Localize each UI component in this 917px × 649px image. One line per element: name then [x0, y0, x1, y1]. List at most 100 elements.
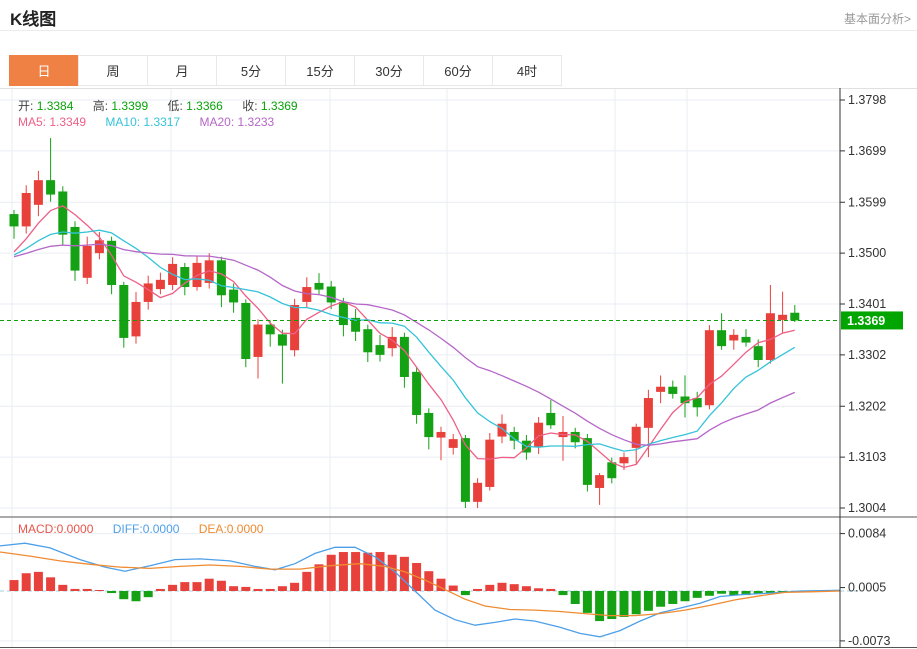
price-axis-label: 1.3202 [848, 399, 886, 413]
price-axis-label: 1.3401 [848, 297, 886, 311]
macd-legend: MACD:0.0000 DIFF:0.0000 DEA:0.0000 [18, 522, 279, 536]
candle [277, 334, 287, 346]
tab-30分[interactable]: 30分 [354, 55, 424, 86]
tab-月[interactable]: 月 [147, 55, 217, 86]
macd-bar [58, 584, 68, 591]
macd-bar [277, 586, 287, 591]
macd-bar [107, 591, 117, 594]
macd-bar [290, 582, 300, 591]
macd-bar [692, 591, 702, 598]
price-axis-label: 1.3699 [848, 144, 886, 158]
price-axis-label: 1.3004 [848, 501, 886, 515]
macd-axis-label: 0.0005 [848, 581, 886, 595]
tab-周[interactable]: 周 [78, 55, 148, 86]
macd-bar [521, 586, 531, 591]
macd-bar [546, 588, 556, 591]
macd-bar [180, 582, 190, 591]
candle [399, 336, 409, 377]
candle [753, 346, 763, 361]
macd-value: MACD:0.0000 [18, 522, 94, 536]
candle [155, 279, 165, 290]
macd-bar [119, 591, 129, 600]
macd-bar [265, 588, 275, 591]
candle [290, 305, 300, 351]
tab-60分[interactable]: 60分 [423, 55, 493, 86]
candle [497, 423, 507, 437]
ma10-legend: MA10: 1.3317 [105, 115, 181, 129]
macd-bar [143, 591, 153, 598]
macd-bar [497, 582, 507, 591]
macd-bar [253, 588, 263, 591]
ma5-legend: MA5: 1.3349 [18, 115, 87, 129]
macd-bar [668, 591, 678, 604]
macd-bar [229, 586, 239, 591]
price-axis-label: 1.3599 [848, 195, 886, 209]
candle [546, 412, 556, 426]
page-title: K线图 [10, 10, 57, 29]
candle [729, 334, 739, 341]
candle [473, 482, 483, 502]
ohlc-close: 收: 1.3369 [242, 99, 298, 113]
macd-bar [131, 591, 141, 602]
macd-bar [326, 554, 336, 591]
candle [241, 302, 251, 359]
macd-bar [363, 552, 373, 591]
candle [656, 386, 666, 392]
tab-日[interactable]: 日 [9, 55, 79, 86]
ohlc-legend: 开: 1.3384 高: 1.3399 低: 1.3366 收: 1.3369 [18, 97, 314, 114]
candle [375, 345, 385, 355]
candle [119, 284, 129, 338]
candle [326, 286, 336, 303]
ohlc-low: 低: 1.3366 [167, 99, 223, 113]
macd-bar [94, 590, 104, 591]
macd-bar [582, 591, 592, 613]
candle [46, 180, 56, 195]
price-axis-label: 1.3798 [848, 93, 886, 107]
candle [448, 439, 458, 448]
macd-bar [155, 588, 165, 591]
macd-bar [314, 564, 324, 591]
macd-bar [448, 585, 458, 591]
candle [229, 289, 239, 303]
tab-4时[interactable]: 4时 [492, 55, 562, 86]
candle [363, 329, 373, 353]
price-axis-label: 1.3500 [848, 246, 886, 260]
candle [107, 240, 117, 285]
candle [717, 330, 727, 347]
dea-value: DEA:0.0000 [198, 522, 264, 536]
macd-bar [619, 591, 629, 617]
candle [704, 330, 714, 406]
macd-axis-label: 0.0084 [848, 527, 886, 541]
macd-bar [656, 591, 666, 607]
ma-legend: MA5: 1.3349 MA10: 1.3317 MA20: 1.3233 [18, 115, 290, 129]
tab-15分[interactable]: 15分 [285, 55, 355, 86]
macd-bar [460, 591, 470, 596]
candle [436, 431, 446, 438]
macd-bar [595, 591, 605, 622]
macd-bar [192, 582, 202, 591]
candle [314, 282, 324, 290]
fundamental-analysis-link[interactable]: 基本面分析> [844, 10, 911, 27]
current-price-tag-label: 1.3369 [847, 314, 885, 328]
candle [9, 214, 19, 227]
candle [33, 180, 43, 205]
macd-bar [216, 580, 226, 591]
macd-bar [9, 580, 19, 591]
candle [253, 324, 263, 357]
macd-bar [534, 588, 544, 591]
candle [143, 283, 153, 302]
candle [607, 462, 617, 479]
diff-value: DIFF:0.0000 [112, 522, 180, 536]
macd-bar [168, 584, 178, 591]
macd-bar [82, 588, 92, 591]
macd-bar [570, 591, 580, 604]
header-divider [0, 30, 917, 31]
kline-chart[interactable]: 1.3798 1.3699 1.3599 1.3500 1.3401 1.3302 1.32… [0, 88, 917, 649]
candle [58, 191, 68, 235]
candle [619, 457, 629, 464]
macd-bar [631, 591, 641, 615]
ohlc-high: 高: 1.3399 [92, 99, 149, 113]
tab-5分[interactable]: 5分 [216, 55, 286, 86]
macd-bar [509, 584, 519, 591]
candle [412, 371, 422, 415]
